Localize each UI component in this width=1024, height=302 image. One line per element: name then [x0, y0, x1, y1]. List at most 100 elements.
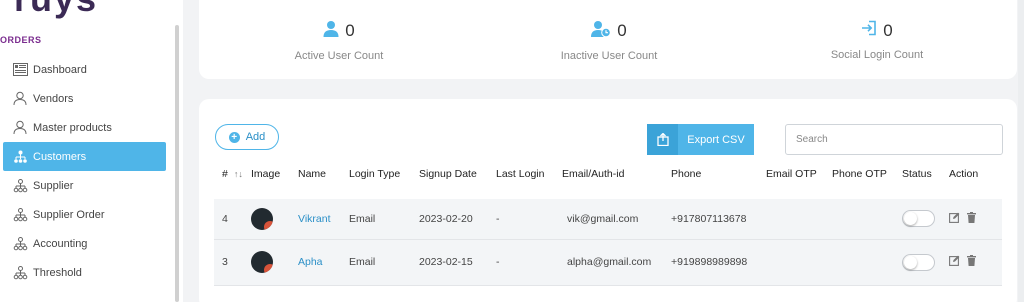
cell-action — [949, 187, 1002, 240]
section-label-orders: ORDERS — [0, 35, 42, 45]
social-login-count-value: 0 — [883, 20, 893, 40]
export-csv-label: Export CSV — [687, 133, 745, 146]
customer-name-link[interactable]: Vikrant — [298, 213, 331, 225]
plus-icon: + — [228, 131, 240, 143]
sidebar-item-supplier-order[interactable]: Supplier Order — [0, 200, 170, 229]
cell-action — [949, 239, 1002, 286]
delete-icon[interactable] — [967, 211, 976, 226]
user-icon — [12, 91, 28, 107]
customers-panel: + Add Export CSV #↑↓ Image Name Login Ty… — [199, 99, 1017, 302]
customer-name-link[interactable]: Apha — [298, 256, 323, 268]
sidebar-item-label: Master products — [33, 121, 112, 134]
column-header-number[interactable]: # ↑↓ — [214, 161, 251, 194]
sidebar-nav: Dashboard Vendors Master products Custom… — [0, 55, 170, 287]
sidebar-item-label: Dashboard — [33, 63, 87, 76]
avatar — [251, 207, 273, 230]
cell-phone-otp — [832, 187, 902, 240]
toggle-knob — [904, 255, 917, 269]
column-header-signup-date: Signup Date — [419, 161, 496, 194]
sidebar-item-label: Supplier Order — [33, 208, 105, 221]
cell-email-otp — [766, 239, 832, 286]
cell-signup-date: 2023-02-20 — [419, 187, 496, 240]
sidebar-item-customers[interactable]: Customers — [3, 142, 166, 171]
sidebar-item-accounting[interactable]: Accounting — [0, 229, 170, 258]
user-icon — [323, 20, 339, 42]
column-header-last-login: Last Login — [496, 161, 562, 194]
sidebar-scrollbar[interactable] — [175, 25, 179, 302]
org-chart-icon — [12, 178, 28, 194]
stat-social-login: 0 Social Login Count — [752, 20, 1002, 62]
stats-card: 0 Active User Count 0 Inactive User Coun… — [199, 0, 1017, 79]
status-toggle[interactable] — [902, 253, 935, 271]
sidebar-item-threshold[interactable]: Threshold — [0, 258, 170, 287]
column-header-action: Action — [949, 161, 1002, 194]
table-row[interactable]: 3 Apha Email 2023-02-15 - alpha@gmail.co… — [214, 239, 1002, 286]
org-chart-icon — [12, 149, 28, 165]
stat-active-users: 0 Active User Count — [214, 20, 464, 62]
sidebar-item-label: Vendors — [33, 92, 74, 105]
cell-login-type: Email — [349, 187, 419, 240]
table-row[interactable]: 4 Vikrant Email 2023-02-20 - vik@gmail.c… — [214, 187, 1002, 240]
cell-email: vik@gmail.com — [562, 187, 671, 240]
column-header-email: Email/Auth-id — [562, 161, 671, 194]
social-login-count-label: Social Login Count — [830, 49, 924, 61]
delete-icon[interactable] — [967, 255, 976, 269]
column-header-phone: Phone — [671, 161, 766, 194]
sidebar-item-label: Threshold — [33, 266, 82, 279]
column-header-status: Status — [902, 161, 949, 194]
column-header-image: Image — [251, 161, 298, 194]
search-input[interactable] — [785, 124, 1003, 155]
edit-icon[interactable] — [949, 212, 960, 226]
org-chart-icon — [12, 207, 28, 223]
page-scrollbar[interactable] — [1018, 0, 1024, 302]
status-toggle[interactable] — [902, 210, 935, 228]
cell-image — [251, 187, 298, 240]
user-clock-icon — [591, 20, 612, 42]
column-header-email-otp: Email OTP — [766, 161, 832, 194]
inactive-user-count-value: 0 — [617, 21, 627, 40]
cell-login-type: Email — [349, 239, 419, 286]
cell-status — [902, 187, 949, 240]
cell-phone: +917807113678 — [671, 187, 766, 240]
cell-email: alpha@gmail.com — [562, 239, 671, 286]
user-icon — [12, 120, 28, 136]
sidebar-item-supplier[interactable]: Supplier — [0, 171, 170, 200]
avatar — [251, 251, 273, 273]
sidebar-item-master-products[interactable]: Master products — [0, 113, 170, 142]
active-user-count-label: Active User Count — [294, 50, 384, 62]
cell-number: 4 — [214, 187, 251, 240]
sidebar-item-vendors[interactable]: Vendors — [0, 84, 170, 113]
cell-last-login: - — [496, 187, 562, 240]
sidebar-item-label: Supplier — [33, 179, 74, 192]
cell-name: Vikrant — [298, 187, 349, 240]
stat-inactive-users: 0 Inactive User Count — [484, 20, 734, 62]
sidebar-item-label: Customers — [33, 150, 87, 163]
cell-status — [902, 239, 949, 286]
org-chart-icon — [12, 236, 28, 252]
org-chart-icon — [12, 265, 28, 281]
cell-image — [251, 239, 298, 286]
table-header-row: # ↑↓ Image Name Login Type Signup Date La… — [214, 161, 1002, 194]
sidebar-item-dashboard[interactable]: Dashboard — [0, 55, 170, 84]
edit-icon[interactable] — [949, 255, 960, 269]
cell-signup-date: 2023-02-15 — [419, 239, 496, 286]
sort-icon[interactable]: ↑↓ — [234, 169, 243, 179]
toggle-knob — [904, 212, 917, 226]
sidebar: ruys ORDERS Dashboard Vendors Master pro… — [0, 0, 183, 302]
cell-last-login: - — [496, 239, 562, 286]
logo: ruys — [14, 0, 98, 20]
add-button[interactable]: + Add — [215, 124, 279, 150]
dashboard-icon — [12, 62, 28, 78]
column-header-phone-otp: Phone OTP — [832, 161, 902, 194]
cell-number: 3 — [214, 239, 251, 286]
export-icon — [647, 124, 678, 155]
export-csv-button[interactable]: Export CSV — [647, 124, 754, 155]
sidebar-item-label: Accounting — [33, 237, 88, 250]
cell-email-otp — [766, 187, 832, 240]
add-button-label: Add — [245, 131, 266, 143]
inactive-user-count-label: Inactive User Count — [560, 50, 658, 62]
column-header-login-type: Login Type — [349, 161, 419, 194]
active-user-count-value: 0 — [345, 21, 355, 40]
cell-phone: +919898989898 — [671, 239, 766, 286]
cell-phone-otp — [832, 239, 902, 286]
